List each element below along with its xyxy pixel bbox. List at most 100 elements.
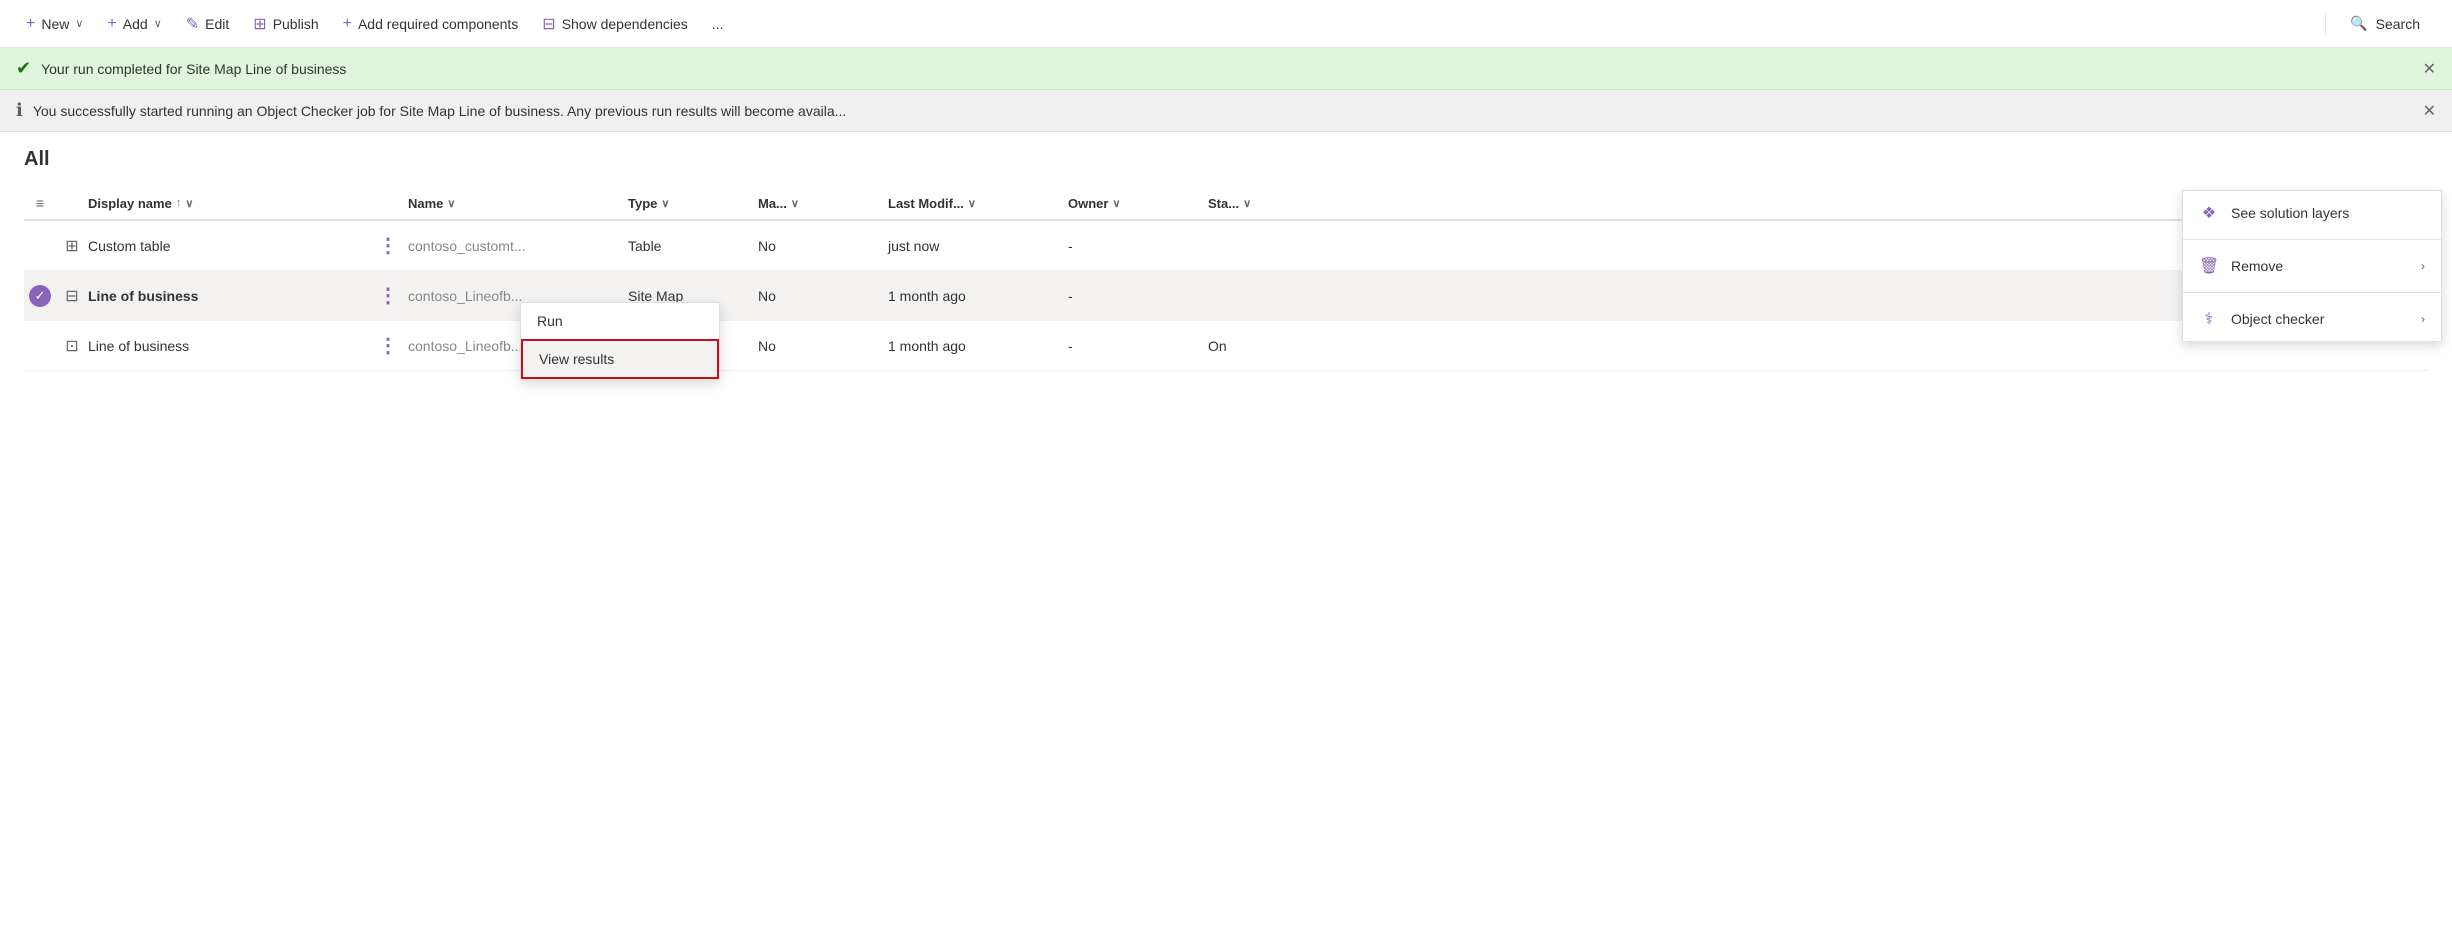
table-row[interactable]: ⊞ Custom table ⋮ contoso_customt... Tabl… <box>24 221 2428 271</box>
plus-icon: + <box>26 15 35 33</box>
toolbar: + New ∨ + Add ∨ ✎ Edit ⊞ Publish + Add r… <box>0 0 2452 48</box>
success-close-button[interactable]: ✕ <box>2423 59 2436 79</box>
header-managed[interactable]: Ma... ∨ <box>758 196 888 211</box>
add-plus-icon: + <box>107 15 116 33</box>
add-button[interactable]: + Add ∨ <box>97 9 171 39</box>
add-required-label: Add required components <box>358 16 518 32</box>
row1-owner: - <box>1068 238 1208 254</box>
search-label: Search <box>2376 16 2420 32</box>
owner-chevron-icon: ∨ <box>1112 197 1120 210</box>
row1-last-modified: just now <box>888 238 1068 254</box>
toolbar-separator <box>2325 12 2326 36</box>
managed-chevron-icon: ∨ <box>791 197 799 210</box>
add-required-icon: + <box>343 15 352 33</box>
new-chevron-icon: ∨ <box>75 17 83 30</box>
row3-menu[interactable]: ⋮ <box>368 333 408 358</box>
remove-chevron-icon: › <box>2421 259 2425 273</box>
row3-owner: - <box>1068 338 1208 354</box>
view-results-menu-item[interactable]: View results <box>521 339 719 379</box>
table-row[interactable]: ⊡ Line of business ⋮ contoso_Lineofb... … <box>24 321 2428 371</box>
row1-type: Table <box>628 238 758 254</box>
add-required-button[interactable]: + Add required components <box>333 9 529 39</box>
add-label: Add <box>123 16 148 32</box>
row3-last-modified: 1 month ago <box>888 338 1068 354</box>
table-container: ≡ Display name ↑ ∨ Name ∨ Type ∨ Ma... ∨ <box>24 187 2428 371</box>
owner-label: Owner <box>1068 196 1108 211</box>
display-name-label: Display name <box>88 196 172 211</box>
pencil-icon: ✎ <box>186 14 199 34</box>
show-dependencies-label: Show dependencies <box>562 16 688 32</box>
info-text: You successfully started running an Obje… <box>33 103 846 119</box>
object-checker-item[interactable]: ⚕ Object checker › <box>2183 297 2441 341</box>
more-button[interactable]: ... <box>702 10 734 38</box>
row2-display-name: Line of business <box>88 288 368 304</box>
row3-managed: No <box>758 338 888 354</box>
menu-divider <box>2183 239 2441 240</box>
header-name[interactable]: Name ∨ <box>408 196 628 211</box>
table-row[interactable]: ✓ ⊟ Line of business ⋮ contoso_Lineofb..… <box>24 271 2428 321</box>
table-icon: ⊞ <box>65 236 78 256</box>
header-last-modified[interactable]: Last Modif... ∨ <box>888 196 1068 211</box>
row1-managed: No <box>758 238 888 254</box>
header-type[interactable]: Type ∨ <box>628 196 758 211</box>
edit-button[interactable]: ✎ Edit <box>176 8 240 40</box>
type-label: Type <box>628 196 657 211</box>
info-close-button[interactable]: ✕ <box>2423 101 2436 121</box>
row2-icon-col: ⊟ <box>56 286 88 306</box>
page-title: All <box>24 148 2428 171</box>
row1-menu[interactable]: ⋮ <box>368 233 408 258</box>
row2-menu[interactable]: ⋮ <box>368 283 408 308</box>
header-status[interactable]: Sta... ∨ <box>1208 196 1308 211</box>
run-context-menu: Run View results <box>520 302 720 380</box>
new-button[interactable]: + New ∨ <box>16 9 93 39</box>
search-icon: 🔍 <box>2350 15 2367 32</box>
stethoscope-icon: ⚕ <box>2199 309 2219 329</box>
row2-checkbox[interactable]: ✓ <box>24 285 56 307</box>
list-icon: ≡ <box>36 195 44 211</box>
header-owner[interactable]: Owner ∨ <box>1068 196 1208 211</box>
last-modified-label: Last Modif... <box>888 196 964 211</box>
sort-asc-icon: ↑ <box>176 197 182 209</box>
header-checkbox-col: ≡ <box>24 195 56 211</box>
object-checker-chevron-icon: › <box>2421 312 2425 326</box>
publish-label: Publish <box>273 16 319 32</box>
publish-button[interactable]: ⊞ Publish <box>243 8 328 40</box>
remove-item[interactable]: 🗑 Remove › <box>2183 244 2441 288</box>
name-label: Name <box>408 196 443 211</box>
new-label: New <box>41 16 69 32</box>
row3-display-name: Line of business <box>88 338 368 354</box>
ellipsis-label: ... <box>712 16 724 32</box>
success-banner: ✔ Your run completed for Site Map Line o… <box>0 48 2452 90</box>
success-icon: ✔ <box>16 58 31 79</box>
row3-status: On <box>1208 338 1308 354</box>
publish-icon: ⊞ <box>253 14 266 34</box>
info-icon: ℹ <box>16 100 23 121</box>
display-name-chevron-icon: ∨ <box>185 197 193 210</box>
main-content: All ≡ Display name ↑ ∨ Name ∨ Type ∨ <box>0 132 2452 387</box>
sitemap-icon: ⊟ <box>65 286 78 306</box>
add-chevron-icon: ∨ <box>154 17 162 30</box>
network-icon: ⊟ <box>542 14 555 34</box>
layers-icon: ❖ <box>2199 203 2219 223</box>
search-button[interactable]: 🔍 Search <box>2334 9 2436 38</box>
row2-managed: No <box>758 288 888 304</box>
model-icon: ⊡ <box>65 336 78 356</box>
status-chevron-icon: ∨ <box>1243 197 1251 210</box>
type-chevron-icon: ∨ <box>661 197 669 210</box>
edit-label: Edit <box>205 16 229 32</box>
right-dropdown-menu: ❖ See solution layers 🗑 Remove › ⚕ Objec… <box>2182 190 2442 342</box>
last-modified-chevron-icon: ∨ <box>968 197 976 210</box>
success-text: Your run completed for Site Map Line of … <box>41 61 346 77</box>
run-menu-item[interactable]: Run <box>521 303 719 339</box>
selected-check-icon: ✓ <box>29 285 51 307</box>
remove-label: Remove <box>2231 258 2283 274</box>
info-banner: ℹ You successfully started running an Ob… <box>0 90 2452 132</box>
trash-icon: 🗑 <box>2199 256 2219 276</box>
header-display-name[interactable]: Display name ↑ ∨ <box>88 196 368 211</box>
object-checker-label: Object checker <box>2231 311 2324 327</box>
see-solution-layers-label: See solution layers <box>2231 205 2349 221</box>
row3-icon-col: ⊡ <box>56 336 88 356</box>
show-dependencies-button[interactable]: ⊟ Show dependencies <box>532 8 698 40</box>
name-chevron-icon: ∨ <box>447 197 455 210</box>
see-solution-layers-item[interactable]: ❖ See solution layers <box>2183 191 2441 235</box>
